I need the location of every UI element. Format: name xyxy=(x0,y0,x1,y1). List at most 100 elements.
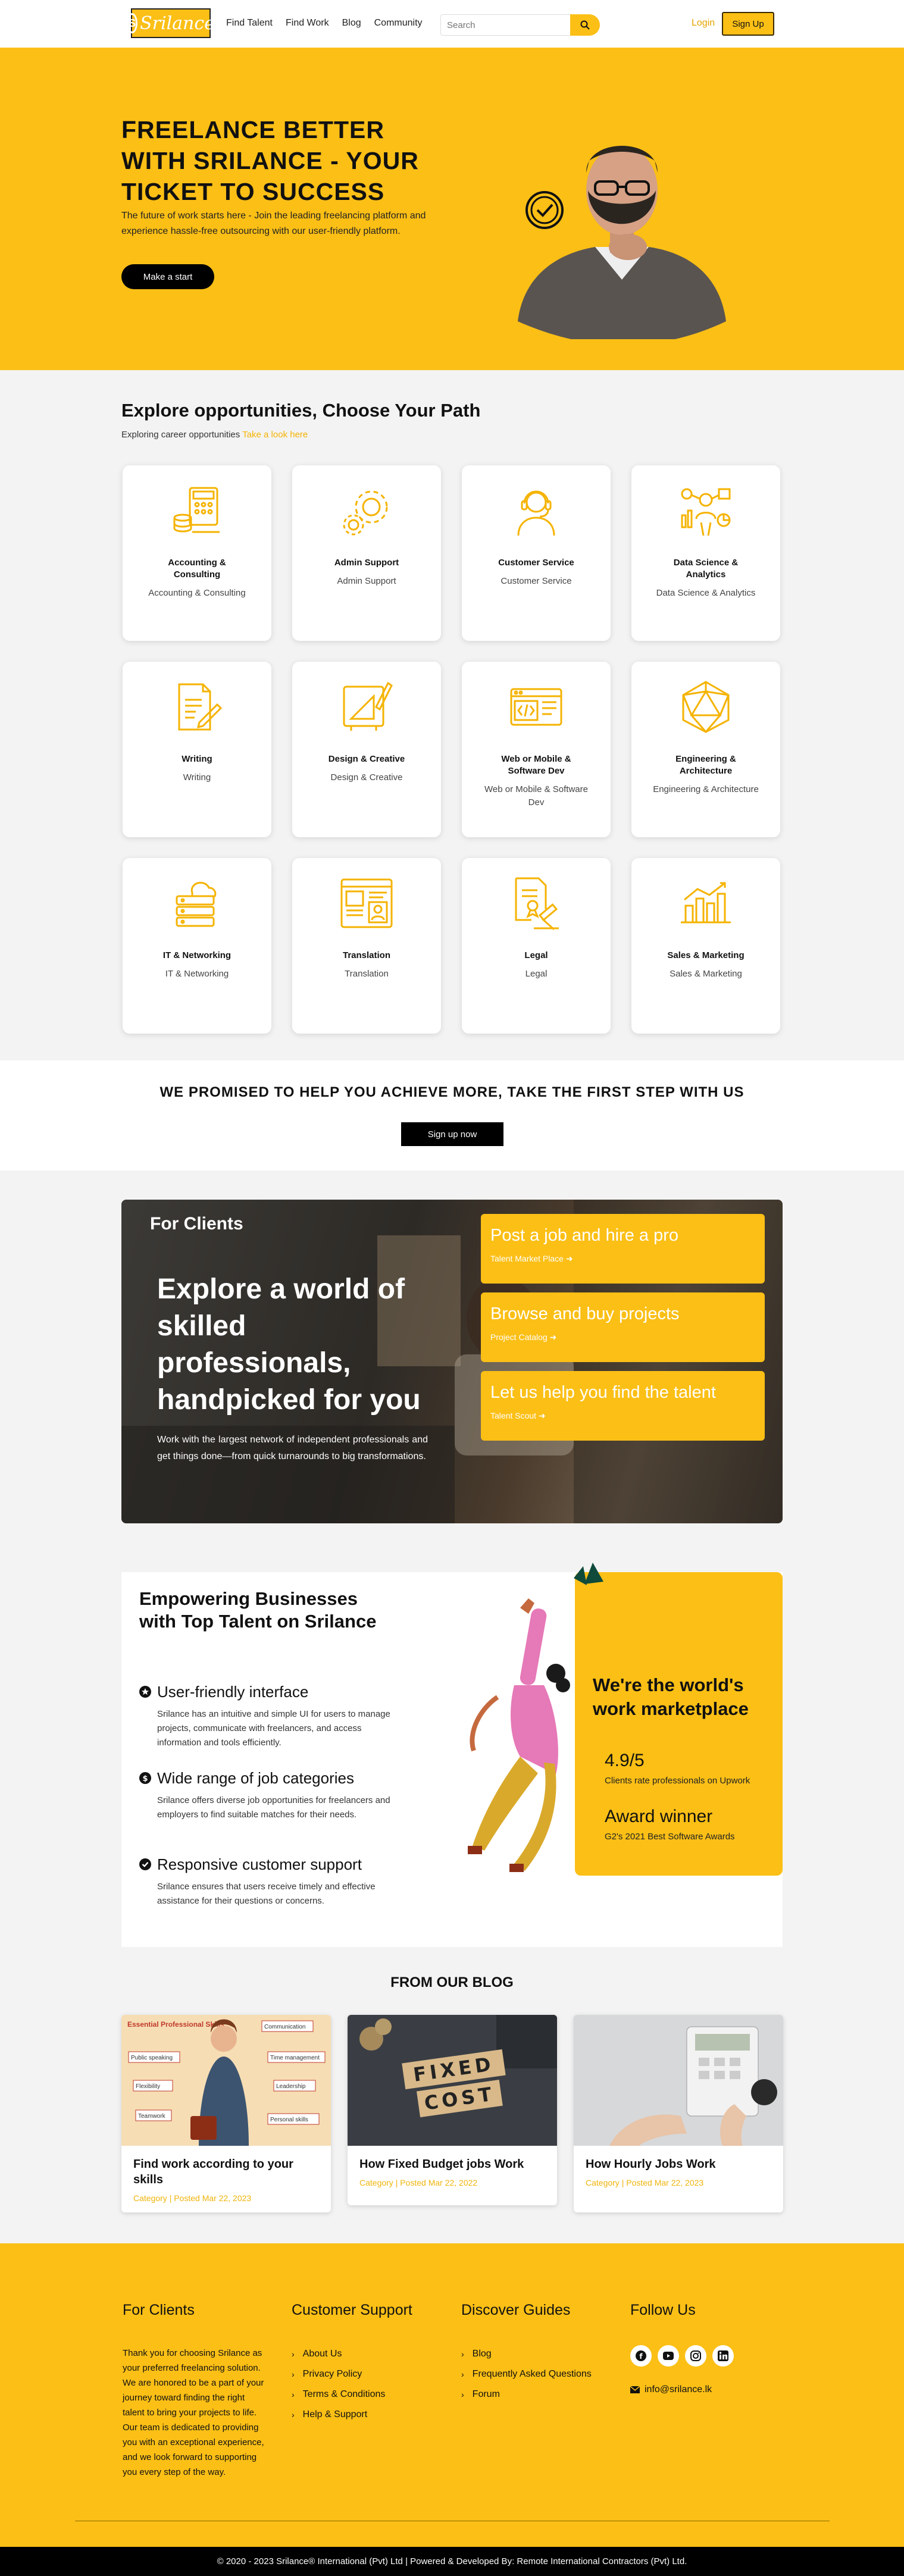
svg-text:$: $ xyxy=(142,1774,148,1783)
footer-link[interactable]: › Blog xyxy=(461,2347,592,2361)
category-subtitle: Accounting & Consulting xyxy=(148,588,246,598)
hero-text: The future of work starts here - Join th… xyxy=(121,211,426,236)
category-card[interactable]: Accounting & Consulting Accounting & Con… xyxy=(123,465,271,641)
offer-card[interactable]: Let us help you find the talent Talent S… xyxy=(481,1371,765,1441)
category-title: Translation xyxy=(342,950,391,960)
category-grid: Accounting & Consulting Accounting & Con… xyxy=(123,465,780,1034)
offer-link[interactable]: Talent Market Place ➜ xyxy=(490,1254,755,1264)
category-card[interactable]: Data Science & Analytics Data Science & … xyxy=(631,465,780,641)
sign-up-now-button[interactable]: Sign up now xyxy=(401,1122,503,1146)
star-circle-icon xyxy=(139,1686,151,1698)
arrow-right-icon: ➜ xyxy=(538,1411,546,1420)
blog-post-card[interactable]: FIXED COST How Fixed Budget jobs Work Ca… xyxy=(348,2015,557,2205)
facebook-icon[interactable]: f xyxy=(630,2345,652,2367)
category-card[interactable]: Legal Legal xyxy=(462,858,611,1034)
svg-text:Public speaking: Public speaking xyxy=(131,2055,173,2061)
hero-section: FREELANCE BETTER WITH SRILANCE - YOUR TI… xyxy=(0,48,904,370)
writing-icon xyxy=(178,683,223,731)
chevron-right-icon: › xyxy=(292,2410,295,2420)
footer-link[interactable]: › Privacy Policy xyxy=(292,2368,412,2381)
category-card[interactable]: Customer Service Customer Service xyxy=(462,465,611,641)
category-card[interactable]: Writing Writing xyxy=(123,662,271,837)
offer-link[interactable]: Talent Scout ➜ xyxy=(490,1411,755,1421)
post-title[interactable]: How Fixed Budget jobs Work xyxy=(348,2146,557,2172)
post-title[interactable]: How Hourly Jobs Work xyxy=(574,2146,783,2172)
category-title: Engineering & Architecture xyxy=(675,754,736,776)
explore-section: Explore opportunities, Choose Your Path … xyxy=(0,370,904,1060)
category-subtitle: Engineering & Architecture xyxy=(653,784,759,794)
category-card[interactable]: Sales & Marketing Sales & Marketing xyxy=(631,858,780,1034)
category-card[interactable]: Translation Translation xyxy=(292,858,441,1034)
blog-post-card[interactable]: How Hourly Jobs Work Category | Posted M… xyxy=(574,2015,783,2212)
for-clients-label: For Clients xyxy=(150,1214,243,1234)
footer-follow-title: Follow Us xyxy=(630,2302,696,2318)
logo-mark: S xyxy=(127,13,138,33)
search-input[interactable] xyxy=(440,14,570,36)
feature-text: Srilance ensures that users receive time… xyxy=(157,1882,376,1906)
legal-icon xyxy=(515,877,559,931)
offer-card[interactable]: Post a job and hire a pro Talent Market … xyxy=(481,1214,765,1284)
feature-text: Srilance offers diverse job opportunitie… xyxy=(157,1795,390,1820)
logo[interactable]: S Srilance xyxy=(127,8,215,38)
footer-guides-column: Discover Guides › Blog › Frequently Asked … xyxy=(461,2302,592,2408)
svg-text:Personal skills: Personal skills xyxy=(270,2117,308,2123)
category-card[interactable]: IT & Networking IT & Networking xyxy=(123,858,271,1034)
check-circle-icon xyxy=(139,1858,151,1870)
calculator-hands-illustration xyxy=(574,2015,783,2146)
instagram-icon[interactable] xyxy=(685,2345,706,2367)
youtube-icon[interactable] xyxy=(658,2345,679,2367)
category-title: IT & Networking xyxy=(162,950,232,960)
nav-blog[interactable]: Blog xyxy=(342,18,361,29)
blog-post-card[interactable]: Essential Professional Skills Public spe… xyxy=(121,2015,331,2212)
signup-button[interactable]: Sign Up xyxy=(722,12,774,36)
category-title: Data Science & Analytics xyxy=(673,558,739,580)
category-card[interactable]: Design & Creative Design & Creative xyxy=(292,662,441,837)
translation-icon xyxy=(340,878,393,928)
post-title[interactable]: Find work according to your skills xyxy=(121,2146,331,2187)
promise-section: WE PROMISED TO HELP YOU ACHIEVE MORE, TA… xyxy=(0,1060,904,1170)
offer-link[interactable]: Project Catalog ➜ xyxy=(490,1332,755,1342)
take-a-look-link[interactable]: Take a look here xyxy=(242,430,308,440)
explore-subtitle-text: Exploring career opportunities xyxy=(121,430,240,440)
category-card[interactable]: Admin Support Admin Support xyxy=(292,465,441,641)
category-card[interactable]: Engineering & Architecture Engineering &… xyxy=(631,662,780,837)
bar-chart-icon xyxy=(681,882,731,924)
post-meta: Category | Posted Mar 22, 2023 xyxy=(133,2193,252,2203)
footer-support-column: Customer Support › About Us › Privacy Poli… xyxy=(292,2302,412,2428)
feature-title: Responsive customer support xyxy=(157,1855,362,1873)
footer-follow-column: Follow Us f info@srilance.lk xyxy=(630,2302,734,2395)
gears-icon xyxy=(343,490,388,536)
make-a-start-button[interactable]: Make a start xyxy=(121,264,214,289)
linkedin-icon[interactable] xyxy=(712,2345,734,2367)
category-card[interactable]: Web or Mobile & Software Dev Web or Mobi… xyxy=(462,662,611,837)
nav-find-talent[interactable]: Find Talent xyxy=(226,18,273,29)
svg-text:Essential Professional Skills: Essential Professional Skills xyxy=(127,2020,224,2029)
offer-card[interactable]: Browse and buy projects Project Catalog … xyxy=(481,1292,765,1362)
footer-email[interactable]: info@srilance.lk xyxy=(630,2384,734,2395)
nav-community[interactable]: Community xyxy=(374,18,423,29)
svg-text:Leadership: Leadership xyxy=(276,2083,306,2090)
search-button[interactable] xyxy=(570,14,600,36)
footer-link[interactable]: › About Us xyxy=(292,2347,412,2361)
category-title: Legal xyxy=(524,950,548,960)
footer-link[interactable]: › Help & Support xyxy=(292,2408,412,2421)
category-title: Sales & Marketing xyxy=(667,950,745,960)
footer-link[interactable]: › Terms & Conditions xyxy=(292,2388,412,2401)
footer-link[interactable]: › Frequently Asked Questions xyxy=(461,2368,592,2381)
chevron-right-icon: › xyxy=(461,2349,464,2359)
accounting-icon xyxy=(173,487,220,533)
rating-caption: Clients rate professionals on Upwork xyxy=(605,1776,750,1786)
code-icon xyxy=(510,688,562,726)
envelope-icon xyxy=(630,2386,640,2393)
nav-find-work[interactable]: Find Work xyxy=(286,18,329,29)
login-link[interactable]: Login xyxy=(692,18,715,29)
feature-item: User-friendly interface Srilance has an … xyxy=(139,1682,395,1750)
footer-link[interactable]: › Forum xyxy=(461,2388,592,2401)
category-title: Customer Service xyxy=(498,558,574,568)
category-subtitle: Legal xyxy=(525,969,548,979)
search-bar xyxy=(440,14,600,36)
category-title: Writing xyxy=(182,754,212,764)
blog-title: FROM OUR BLOG xyxy=(390,1974,514,1990)
category-subtitle: Admin Support xyxy=(337,576,396,586)
svg-text:Flexibility: Flexibility xyxy=(136,2083,160,2090)
